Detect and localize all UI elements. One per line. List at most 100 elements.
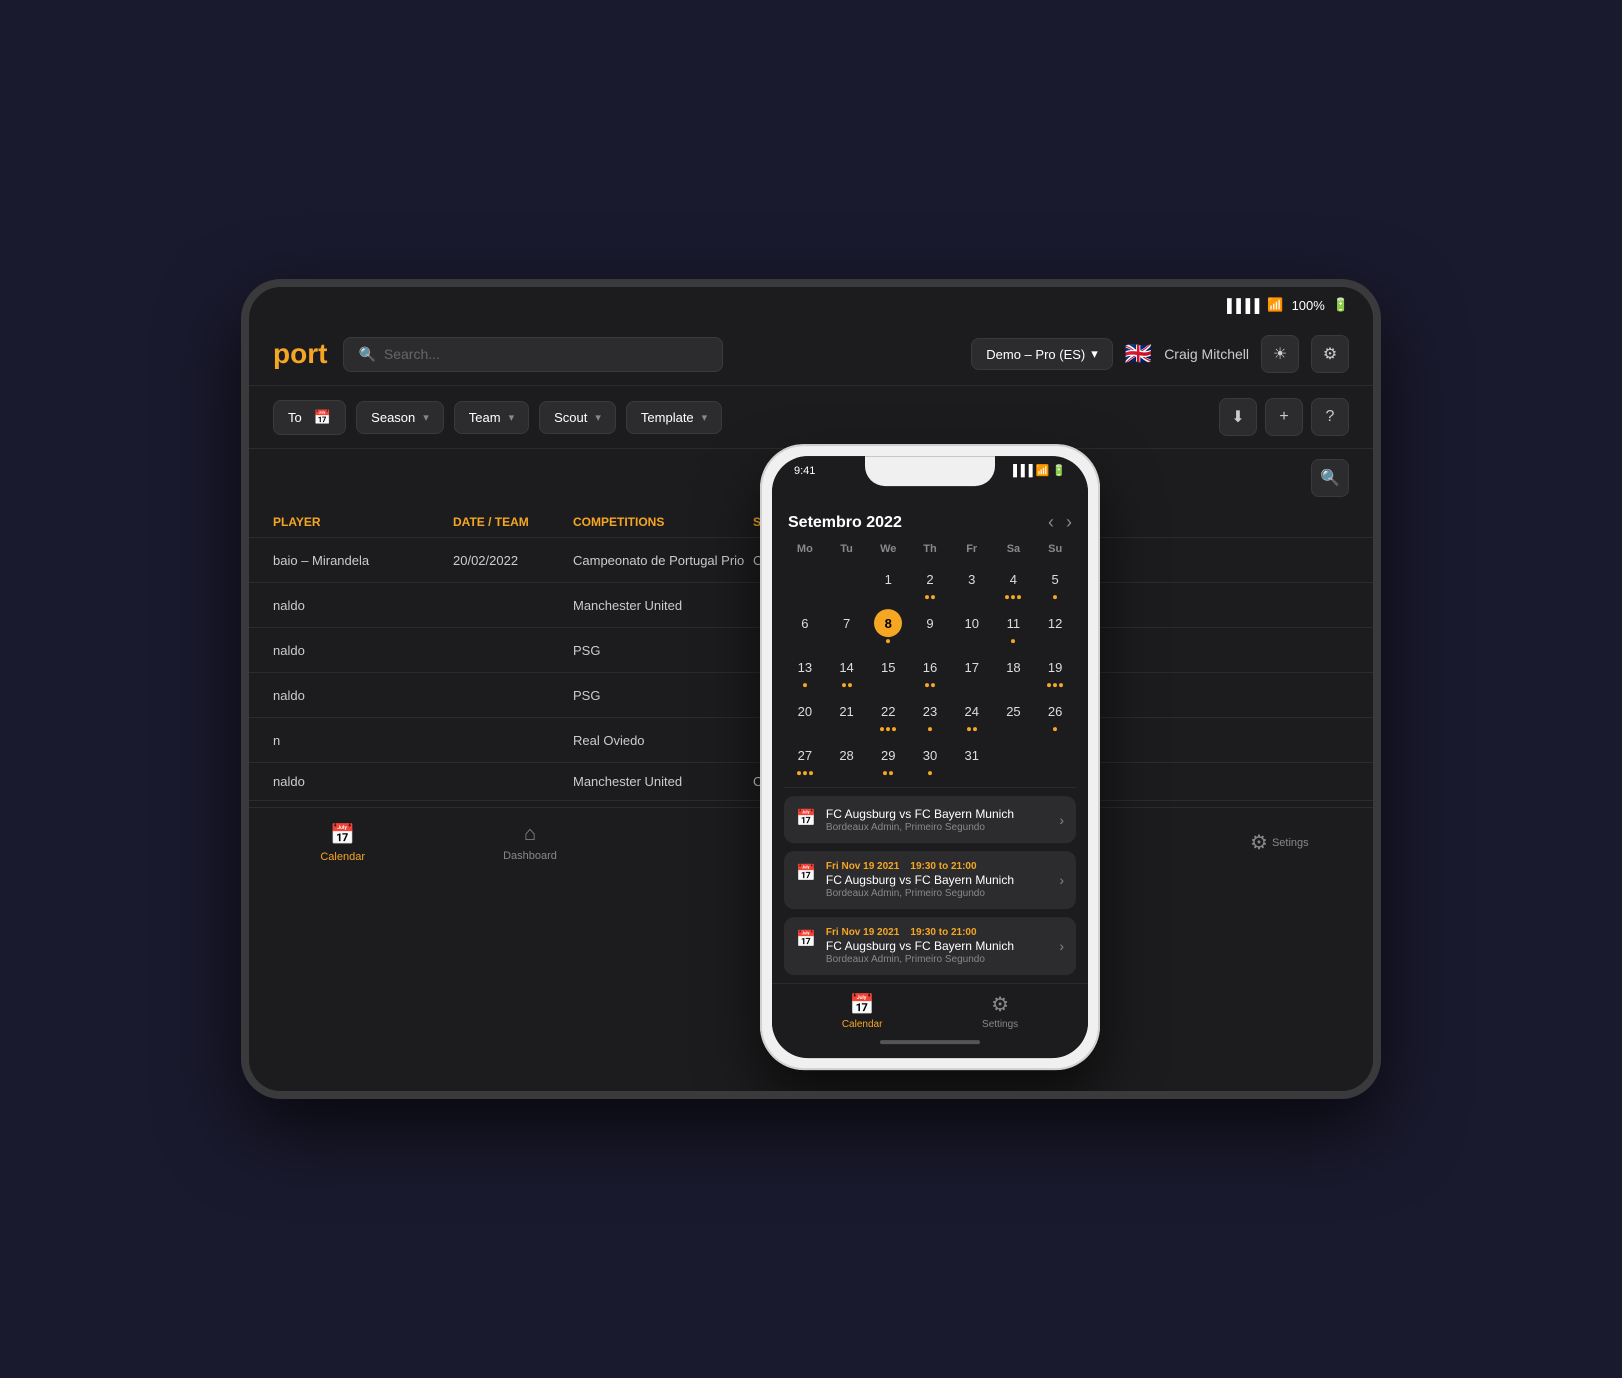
calendar-prev-button[interactable]: ‹ [1048,512,1054,533]
phone-notch-area: 9:41 ▐▐▐ 📶 🔋 [772,456,1088,500]
team-filter-button[interactable]: Team ▾ [454,401,529,434]
nav-dashboard-label: Dashboard [503,850,557,862]
calendar-day[interactable]: 3 [951,561,993,603]
calendar-day[interactable]: 4 [993,561,1035,603]
cell-player: baio – Mirandela [273,553,453,568]
calendar-day[interactable]: 21 [826,693,868,735]
calendar-nav: ‹ › [1048,512,1072,533]
calendar-day[interactable]: 15 [867,649,909,691]
weekday-su: Su [1034,541,1076,557]
calendar-day[interactable]: 31 [951,737,993,779]
search-bar[interactable]: 🔍 Search... [343,337,723,372]
event-info: FC Augsburg vs FC Bayern Munich Bordeaux… [826,806,1049,833]
add-button[interactable]: + [1265,398,1303,436]
event-sub: Bordeaux Admin, Primeiro Segundo [826,822,1049,833]
event-cal-icon: 📅 [796,808,816,828]
weekday-sa: Sa [993,541,1035,557]
event-item[interactable]: 📅 Fri Nov 19 2021 19:30 to 21:00 FC Augs… [784,917,1076,975]
scout-filter-label: Scout [554,410,587,425]
calendar-day[interactable]: 7 [826,605,868,647]
phone-nav-calendar[interactable]: 📅 Calendar [842,992,883,1030]
weekday-tu: Tu [826,541,868,557]
nav-settings[interactable]: ⚙ Setings [1186,830,1373,855]
calendar-day[interactable]: 25 [993,693,1035,735]
settings-button[interactable]: ⚙ [1311,335,1349,373]
app-logo: port [273,338,327,370]
template-filter-button[interactable]: Template ▾ [626,401,722,434]
event-chevron: › [1059,938,1064,954]
cell-player: naldo [273,688,453,703]
cell-competition: Manchester United [573,774,753,789]
team-filter-label: Team [469,410,501,425]
calendar-day[interactable]: 24 [951,693,993,735]
event-cal-icon: 📅 [796,929,816,949]
table-search-button[interactable]: 🔍 [1311,459,1349,497]
calendar-day[interactable]: 11 [993,605,1035,647]
calendar-day [784,561,826,603]
calendar-day[interactable]: 22 [867,693,909,735]
help-button[interactable]: ? [1311,398,1349,436]
calendar-day[interactable]: 29 [867,737,909,779]
calendar-day[interactable]: 18 [993,649,1035,691]
calendar-day[interactable]: 28 [826,737,868,779]
season-filter-button[interactable]: Season ▾ [356,401,444,434]
calendar-day[interactable]: 2 [909,561,951,603]
calendar-day[interactable]: 10 [951,605,993,647]
calendar-day[interactable]: 26 [1034,693,1076,735]
phone-nav-settings[interactable]: ⚙ Settings [982,992,1018,1030]
calendar-day[interactable]: 27 [784,737,826,779]
search-icon-table: 🔍 [1320,468,1340,488]
demo-button[interactable]: Demo – Pro (ES) ▾ [971,338,1113,370]
calendar-day[interactable]: 14 [826,649,868,691]
event-item[interactable]: 📅 FC Augsburg vs FC Bayern Munich Bordea… [784,796,1076,843]
phone-nav-settings-label: Settings [982,1019,1018,1030]
nav-calendar[interactable]: 📅 Calendar [249,822,436,863]
cell-competition: PSG [573,688,753,703]
calendar-day[interactable]: 23 [909,693,951,735]
status-bar: ▐▐▐▐ 📶 100% 🔋 [1073,287,1373,323]
tablet-frame: ▐▐▐▐ 📶 100% 🔋 port 🔍 Search... Demo – Pr… [241,279,1381,1099]
event-list: 📅 FC Augsburg vs FC Bayern Munich Bordea… [772,796,1088,975]
calendar-day[interactable]: 12 [1034,605,1076,647]
phone-cal-icon: 📅 [850,992,875,1017]
season-filter-label: Season [371,410,415,425]
nav-dashboard[interactable]: ⌂ Dashboard [436,823,623,862]
calendar-day[interactable]: 19 [1034,649,1076,691]
calendar-day[interactable]: 6 [784,605,826,647]
signal-icon: ▐▐▐▐ [1223,298,1260,313]
sun-icon: ☀ [1273,344,1287,364]
battery-percent: 100% [1292,298,1325,313]
scout-filter-button[interactable]: Scout ▾ [539,401,616,434]
calendar-day[interactable]: 30 [909,737,951,779]
phone-overlay: 9:41 ▐▐▐ 📶 🔋 Setembro 2022 ‹ › [760,444,1100,1070]
cell-player: naldo [273,598,453,613]
team-chevron: ▾ [509,411,515,424]
season-chevron: ▾ [423,411,429,424]
calendar-next-button[interactable]: › [1066,512,1072,533]
download-button[interactable]: ⬇ [1219,398,1257,436]
event-time: Fri Nov 19 2021 19:30 to 21:00 [826,927,1049,938]
theme-toggle-button[interactable]: ☀ [1261,335,1299,373]
event-cal-icon: 📅 [796,863,816,883]
to-filter-button[interactable]: To 📅 [273,400,346,435]
calendar-day[interactable]: 16 [909,649,951,691]
col-competitions: Competitions [573,515,753,529]
calendar-day[interactable]: 9 [909,605,951,647]
calendar-day[interactable]: 13 [784,649,826,691]
calendar-header: Setembro 2022 ‹ › [772,500,1088,541]
calendar-day[interactable]: 1 [867,561,909,603]
calendar-day[interactable]: 5 [1034,561,1076,603]
event-title: FC Augsburg vs FC Bayern Munich [826,807,1049,821]
phone-nav-calendar-label: Calendar [842,1019,883,1030]
calendar-day[interactable]: 17 [951,649,993,691]
event-info: Fri Nov 19 2021 19:30 to 21:00 FC Augsbu… [826,861,1049,899]
cell-competition: PSG [573,643,753,658]
calendar-day[interactable]: 20 [784,693,826,735]
calendar-day[interactable]: 8 [867,605,909,647]
flag-icon: 🇬🇧 [1125,341,1152,367]
calendar-icon: 📅 [314,409,331,426]
calendar-day [826,561,868,603]
tablet-content: port 🔍 Search... Demo – Pro (ES) ▾ 🇬🇧 Cr… [249,323,1373,1091]
phone-frame: 9:41 ▐▐▐ 📶 🔋 Setembro 2022 ‹ › [760,444,1100,1070]
event-item[interactable]: 📅 Fri Nov 19 2021 19:30 to 21:00 FC Augs… [784,851,1076,909]
